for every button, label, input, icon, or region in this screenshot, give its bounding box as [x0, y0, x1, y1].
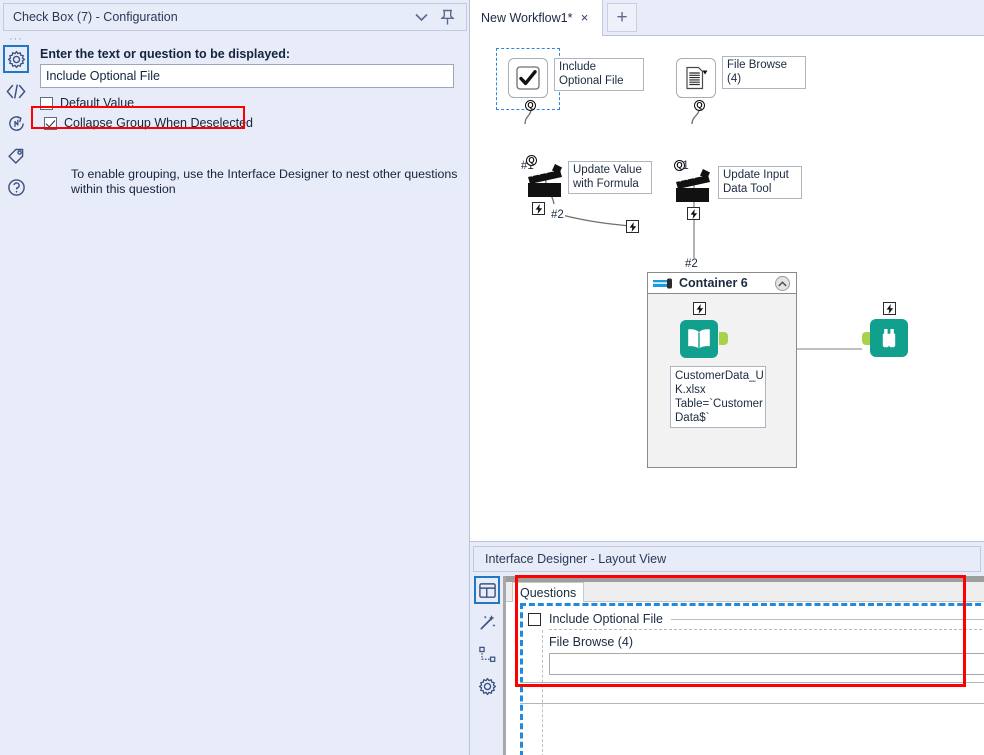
container-toggle-icon[interactable] — [653, 278, 672, 289]
id-sidebar-item-tree-view[interactable] — [474, 640, 500, 668]
action-output-port-icon[interactable] — [687, 207, 700, 220]
grouping-hint-text: To enable grouping, use the Interface De… — [71, 167, 458, 196]
annotation-checkbox-tool: Include Optional File — [554, 58, 644, 91]
alteryx-designer-window: Check Box (7) - Configuration ··· Enter … — [0, 0, 984, 755]
browse-binoculars-icon[interactable] — [870, 319, 908, 357]
annotation-line-4: Data$` — [675, 412, 710, 424]
action-clapperboard-icon[interactable] — [670, 166, 714, 206]
layout-file-browse-label: File Browse (4) — [549, 635, 634, 649]
chevron-up-circle-icon[interactable] — [775, 276, 790, 291]
annotation-line-1: CustomerData_U — [675, 370, 764, 382]
question-port-icon[interactable]: Q — [694, 100, 705, 111]
connection-label-action-left: #2 — [550, 209, 565, 221]
chevron-down-icon[interactable] — [408, 4, 434, 30]
interface-designer-sidebar — [472, 576, 502, 754]
annotation-line-3: Table=`Customer — [675, 398, 763, 410]
annotation-action-update-value: Update Value with Formula — [568, 161, 652, 194]
questions-layout-content[interactable]: Include Optional File File Browse (4) — [506, 603, 984, 755]
interface-designer-title: Interface Designer - Layout View — [485, 552, 667, 566]
layout-rule-a — [520, 682, 984, 683]
input-data-book-icon[interactable] — [680, 320, 718, 358]
layout-include-optional-file-checkbox[interactable] — [528, 612, 541, 626]
configuration-titlebar: Check Box (7) - Configuration — [3, 3, 467, 31]
workflow-tabstrip: New Workflow1* × + — [470, 0, 984, 36]
sidebar-item-help[interactable] — [3, 173, 29, 201]
configuration-sidebar: ··· — [1, 33, 31, 754]
id-sidebar-item-layout-view[interactable] — [474, 576, 500, 604]
id-sidebar-item-properties[interactable] — [474, 672, 500, 700]
annotation-action-update-input: Update Input Data Tool — [718, 166, 802, 199]
nesting-guide-line — [542, 630, 543, 755]
container-title: Container 6 — [679, 276, 748, 290]
layout-file-browse-input[interactable] — [549, 653, 984, 675]
interface-designer-stage: Questions Include Optional File File Bro… — [503, 576, 984, 755]
interface-designer-titlebar: Interface Designer - Layout View — [473, 546, 981, 572]
action-clapperboard-icon[interactable] — [522, 161, 566, 201]
sidebar-item-xml-view[interactable] — [3, 77, 29, 105]
question-text-input[interactable] — [40, 64, 454, 88]
new-tab-button[interactable]: + — [607, 3, 637, 32]
interface-designer-panel: Interface Designer - Layout View Questio… — [470, 541, 984, 755]
container-input-bolt-icon[interactable] — [626, 220, 639, 233]
sidebar-item-annotation[interactable] — [3, 109, 29, 137]
question-text-label: Enter the text or question to be display… — [40, 47, 291, 61]
file-browse-tool-icon[interactable] — [676, 58, 716, 98]
workflow-canvas[interactable]: Q #1 Include Optional File Q #1 File Bro… — [470, 36, 984, 541]
group-divider-rule — [670, 618, 984, 620]
tool-action-update-value[interactable]: Q — [522, 155, 566, 215]
workflow-area: New Workflow1* × + Q #1 Include Optional… — [470, 0, 984, 755]
configuration-panel-title: Check Box (7) - Configuration — [13, 10, 178, 24]
pin-icon[interactable] — [434, 4, 460, 30]
connection-label-action-right: #2 — [684, 258, 699, 270]
browse-bolt-icon[interactable] — [883, 302, 896, 315]
configuration-panel: Check Box (7) - Configuration ··· Enter … — [0, 0, 470, 755]
questions-tabbar: Questions — [506, 582, 984, 602]
annotation-line-2: K.xlsx — [675, 384, 706, 396]
layout-checkbox-row[interactable]: Include Optional File — [528, 612, 984, 626]
tab-label: New Workflow1* — [481, 11, 573, 25]
sidebar-item-configuration[interactable] — [3, 45, 29, 73]
question-port-icon[interactable]: Q — [525, 100, 536, 111]
tab-questions[interactable]: Questions — [512, 582, 585, 602]
annotation-file-browse-tool: File Browse (4) — [722, 56, 806, 89]
sidebar-overflow-dots[interactable]: ··· — [9, 33, 23, 45]
tool-container-6[interactable]: Container 6 CustomerData_U K.xlsx Table=… — [647, 272, 797, 468]
layout-rule-b — [520, 703, 984, 704]
question-port-icon[interactable]: Q — [526, 155, 537, 166]
input-tool-bolt-icon[interactable] — [693, 302, 706, 315]
close-icon[interactable]: × — [577, 10, 592, 25]
container-header[interactable]: Container 6 — [648, 273, 796, 294]
layout-include-optional-file-label: Include Optional File — [549, 612, 663, 626]
id-sidebar-item-test-view[interactable] — [474, 608, 500, 636]
collapse-group-checkbox-row[interactable]: Collapse Group When Deselected — [44, 116, 253, 130]
collapse-group-label: Collapse Group When Deselected — [64, 116, 253, 130]
tool-checkbox-7[interactable]: Q — [496, 48, 560, 111]
configuration-body: Enter the text or question to be display… — [31, 36, 467, 752]
default-value-checkbox[interactable] — [40, 96, 53, 110]
tool-action-update-input[interactable]: Q — [670, 160, 714, 220]
tab-new-workflow1[interactable]: New Workflow1* × — [470, 0, 603, 36]
question-port-icon[interactable]: Q — [674, 160, 685, 171]
annotation-input-data: CustomerData_U K.xlsx Table=`Customer Da… — [670, 366, 766, 428]
action-output-port-icon[interactable] — [532, 202, 545, 215]
input-data-output-port[interactable] — [719, 332, 728, 345]
nested-group-dashed-rule — [549, 629, 984, 630]
default-value-label: Default Value — [60, 96, 135, 110]
default-value-checkbox-row[interactable]: Default Value — [40, 96, 134, 110]
sidebar-item-labels[interactable] — [3, 141, 29, 169]
tool-file-browse-4[interactable]: Q — [676, 58, 716, 111]
collapse-group-checkbox[interactable] — [44, 116, 57, 130]
